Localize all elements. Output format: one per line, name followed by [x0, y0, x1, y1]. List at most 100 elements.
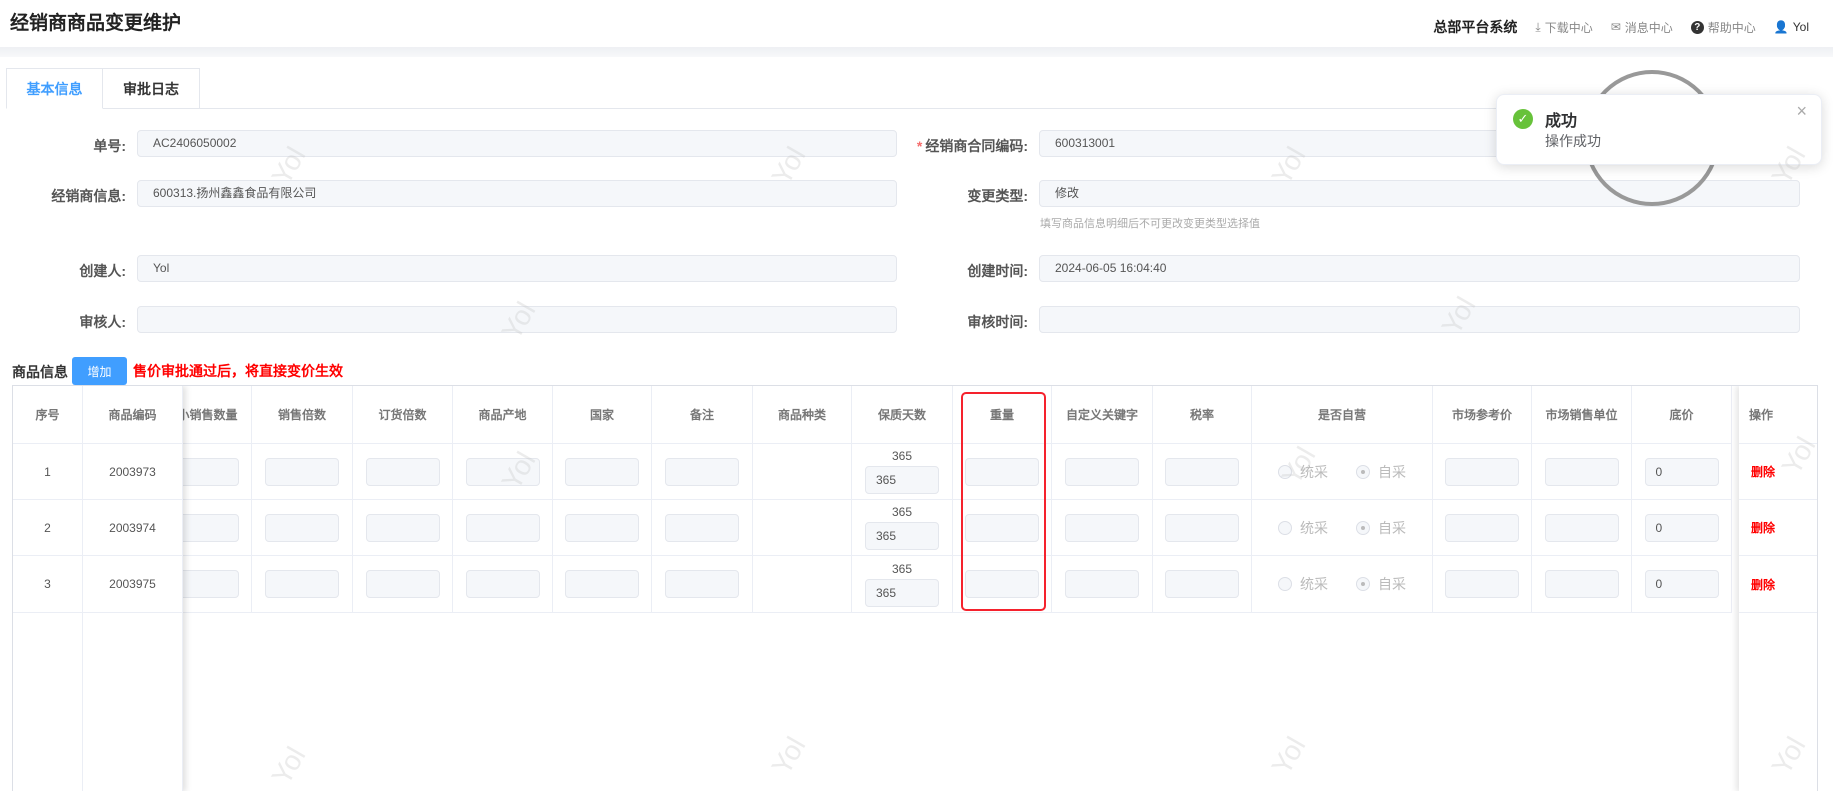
order-no-field[interactable]: AC2406050002 [137, 130, 897, 157]
cell-input[interactable] [365, 570, 440, 598]
order-no-label: 单号: [93, 138, 126, 154]
table-cell: 365 365 [852, 444, 953, 500]
cell-input[interactable] [1544, 457, 1619, 486]
table-cell [553, 556, 652, 613]
table-cell [252, 500, 353, 556]
cell-input[interactable] [665, 570, 739, 598]
cell-input[interactable] [565, 570, 639, 598]
review-time-field[interactable] [1039, 306, 1800, 333]
radio-label: 统采 [1300, 519, 1328, 536]
radio-central-purchase[interactable]: 统采 [1278, 462, 1328, 482]
user-menu[interactable]: 👤 Yol [1774, 20, 1809, 34]
table-filler [13, 613, 83, 791]
cell-input[interactable] [1065, 570, 1139, 598]
radio-central-purchase[interactable]: 统采 [1278, 518, 1328, 538]
radio-central-purchase[interactable]: 统采 [1278, 574, 1328, 594]
table-cell [753, 556, 852, 613]
shelf-days-input[interactable]: 365 [865, 466, 939, 494]
cell-input[interactable] [1445, 570, 1519, 598]
radio-circle-icon [1356, 520, 1370, 535]
cell-input[interactable] [265, 457, 339, 486]
goods-section-title: 商品信息 [12, 364, 68, 380]
table-cell [652, 556, 753, 613]
price-warning: 售价审批通过后，将直接变价生效 [133, 363, 343, 379]
cell-input[interactable] [365, 457, 440, 486]
goods-table: 最小销售数量 销售倍数 订货倍数 商品产地 国家 备注 商品种类 保质天数 重量 自定义关键字 税率… [12, 385, 1818, 791]
delete-button[interactable]: 删除 [1751, 519, 1775, 536]
help-center-link[interactable]: ? 帮助中心 [1690, 19, 1756, 36]
base-price-input[interactable]: 0 [1644, 513, 1719, 542]
cell-input[interactable] [665, 457, 739, 486]
create-time-field[interactable]: 2024-06-05 16:04:40 [1039, 255, 1800, 282]
column-header-label: 自定义关键字 [1065, 408, 1138, 422]
message-label: 消息中心 [1624, 20, 1673, 35]
download-center-link[interactable]: ⤓ 下载中心 [1535, 19, 1592, 36]
table-cell [1153, 556, 1252, 613]
cell-input[interactable] [465, 570, 540, 598]
radio-self-purchase[interactable]: 自采 [1356, 518, 1406, 538]
radio-self-purchase[interactable]: 自采 [1356, 462, 1406, 482]
cell-input[interactable] [1165, 457, 1239, 486]
base-price-input[interactable]: 0 [1644, 570, 1719, 598]
column-header: 保质天数 [852, 386, 953, 444]
table-cell [1153, 500, 1252, 556]
success-toast: ✓ 成功 操作成功 × [1496, 94, 1822, 165]
contract-code-label: 经销商合同编码: [925, 138, 1028, 154]
column-header: 国家 [553, 386, 652, 444]
reviewer-field[interactable] [137, 306, 897, 333]
header-divider [0, 47, 1833, 57]
table-cell [1052, 500, 1153, 556]
radio-circle-icon [1278, 577, 1292, 591]
close-icon[interactable]: × [1796, 101, 1807, 122]
system-name[interactable]: 总部平台系统 [1433, 17, 1517, 37]
message-center-link[interactable]: ✉ 消息中心 [1611, 19, 1673, 36]
cell-input[interactable] [1445, 457, 1519, 486]
help-label: 帮助中心 [1707, 20, 1756, 35]
radio-self-purchase[interactable]: 自采 [1356, 574, 1406, 594]
cell-input[interactable] [1165, 513, 1239, 542]
tab-basic-info[interactable]: 基本信息 [6, 68, 103, 109]
table-cell: 统采 自采 [1252, 500, 1433, 556]
table-cell [1052, 556, 1153, 613]
cell-input[interactable] [1544, 570, 1619, 598]
base-price-input[interactable]: 0 [1644, 457, 1719, 486]
cell-input[interactable] [265, 570, 339, 598]
tab-approval-log[interactable]: 审批日志 [102, 68, 200, 109]
cell-input[interactable] [565, 513, 639, 542]
row-index: 2 [44, 520, 51, 535]
delete-button[interactable]: 删除 [1751, 576, 1775, 593]
table-cell [1153, 444, 1252, 500]
radio-label: 统采 [1300, 576, 1328, 592]
column-header: 序号 [13, 386, 83, 444]
table-cell: 统采 自采 [1252, 444, 1433, 500]
add-button[interactable]: 增加 [72, 357, 127, 385]
shelf-days-input[interactable]: 365 [865, 522, 939, 550]
required-mark: * [916, 138, 923, 154]
table-cell [353, 500, 453, 556]
creator-field[interactable]: Yol [137, 255, 897, 282]
cell-input[interactable] [265, 513, 339, 542]
cell-input[interactable] [1544, 513, 1619, 542]
product-code: 2003974 [109, 520, 156, 535]
table-cell: 0 [1632, 500, 1732, 556]
top-nav: 总部平台系统 ⤓ 下载中心 ✉ 消息中心 ? 帮助中心 👤 Yol [1433, 17, 1809, 37]
cell-input[interactable] [1445, 513, 1519, 542]
cell-input[interactable] [1065, 457, 1139, 486]
table-cell [753, 500, 852, 556]
shelf-days-input[interactable]: 365 [865, 578, 939, 607]
row-index: 1 [44, 464, 51, 479]
cell-input[interactable] [465, 457, 540, 486]
cell-input[interactable] [465, 513, 540, 542]
cell-input[interactable] [665, 513, 739, 542]
cell-input[interactable] [565, 457, 639, 486]
cell-input[interactable] [1165, 570, 1239, 598]
row-index-cell: 2 [13, 500, 83, 556]
cell-input[interactable] [1065, 513, 1139, 542]
column-header-label: 市场销售单位 [1545, 408, 1618, 422]
product-code-cell: 2003973 [83, 444, 183, 500]
table-cell [652, 500, 753, 556]
cell-input[interactable] [365, 513, 440, 542]
dealer-info-field[interactable]: 600313.扬州鑫鑫食品有限公司 [137, 180, 897, 207]
action-header: 操作 [1749, 408, 1774, 422]
delete-button[interactable]: 删除 [1751, 463, 1775, 480]
